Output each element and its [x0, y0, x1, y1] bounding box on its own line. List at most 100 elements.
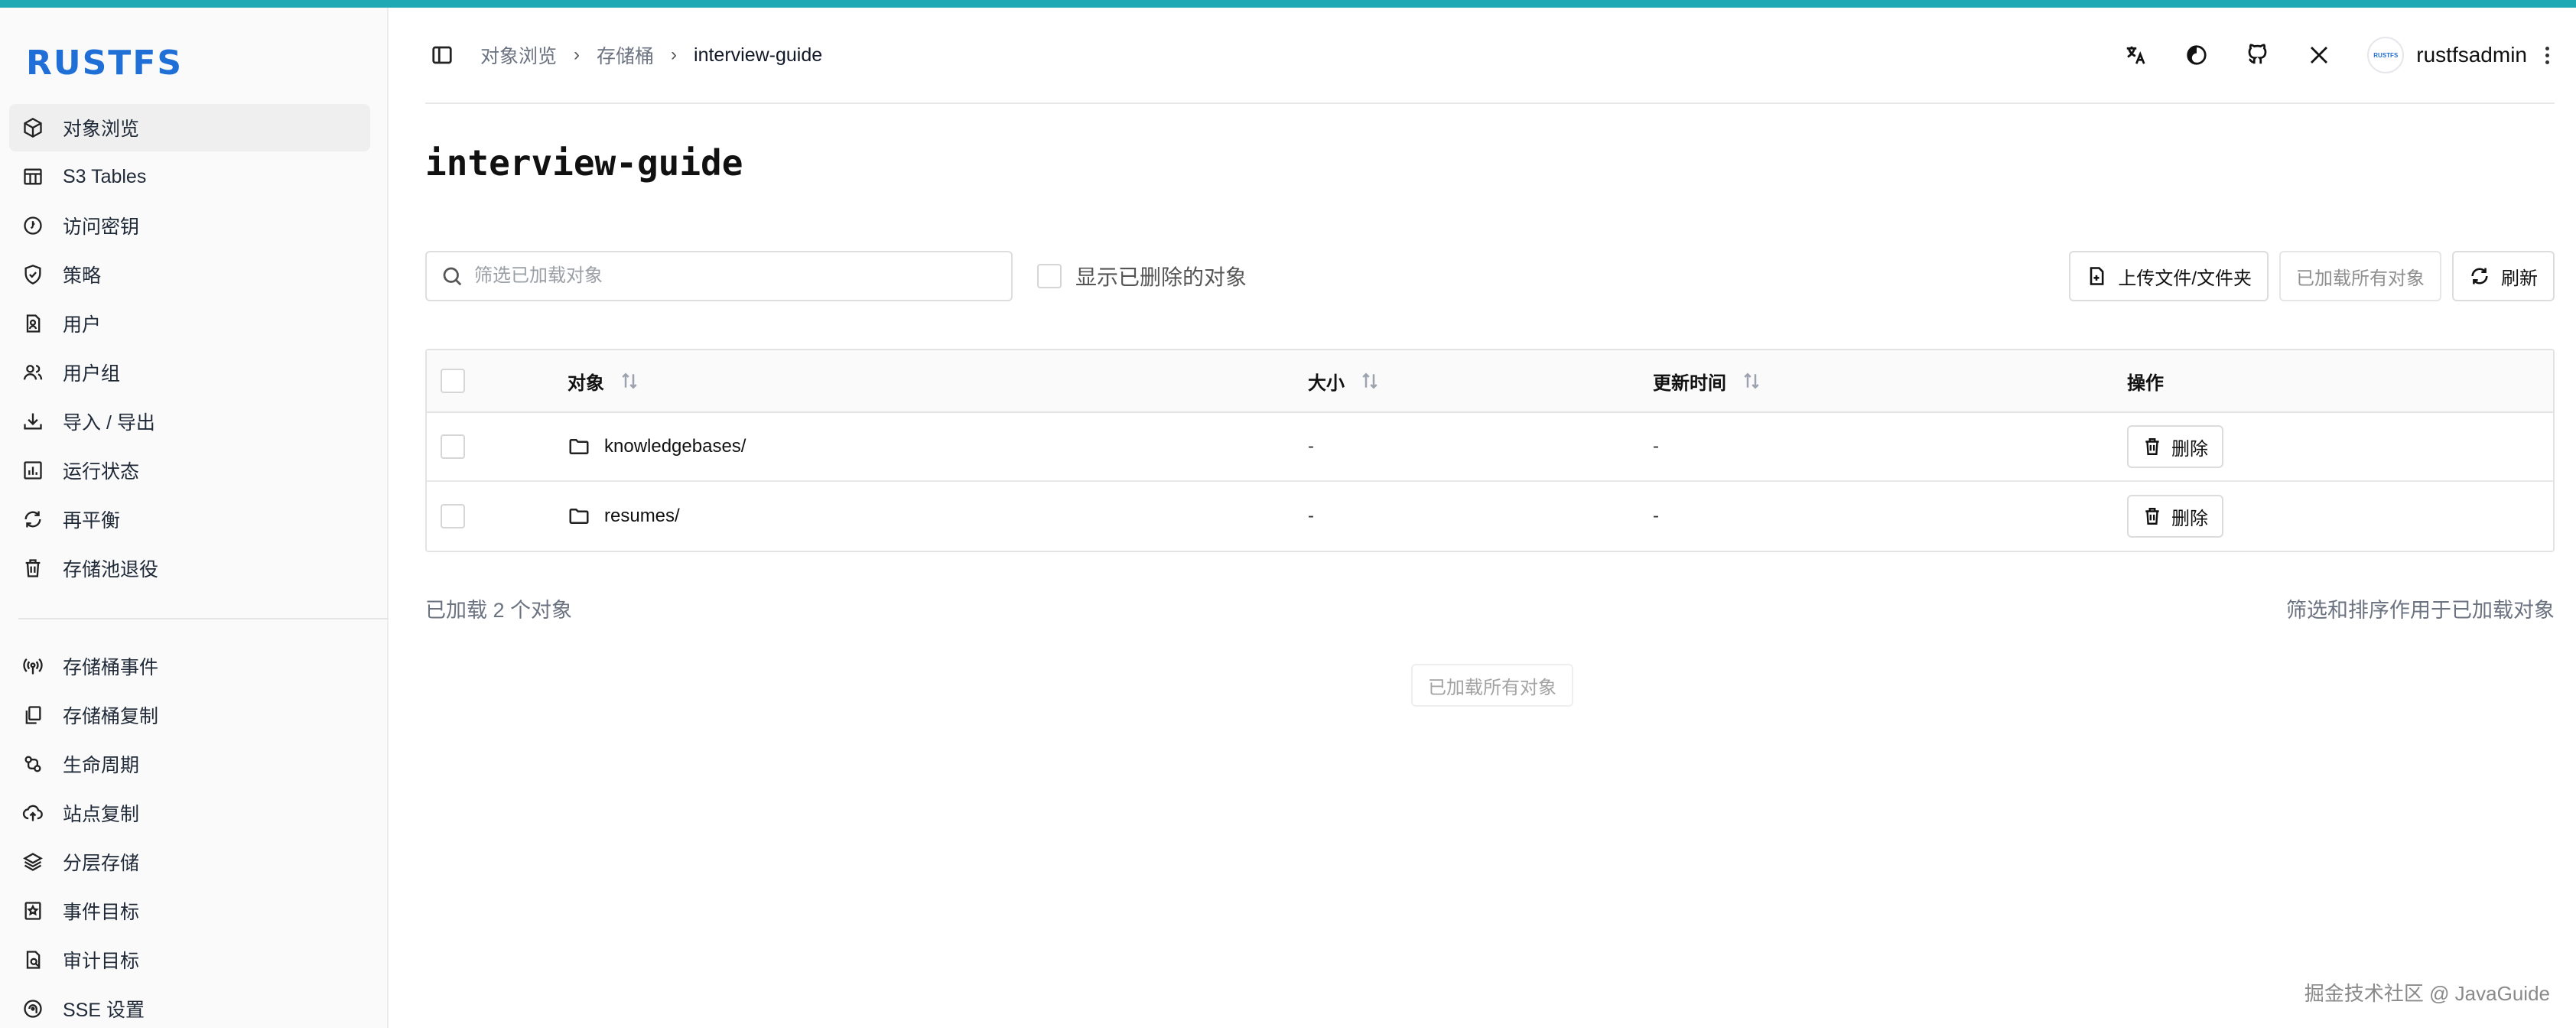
row-checkbox[interactable]	[441, 434, 465, 459]
sidebar-item-label: 事件目标	[63, 902, 140, 923]
app-root: RUSTFS 对象浏览 S3 Tables 访问密钥 策略 用户 用户组 导入 …	[0, 8, 2576, 1028]
toolbar-actions: 上传文件/文件夹 已加载所有对象 刷新	[2058, 251, 2555, 301]
filter-note-text: 筛选和排序作用于已加载对象	[2286, 599, 2555, 622]
sidebar-item-lifecycle[interactable]: 生命周期	[9, 740, 370, 788]
sidebar-item-import-export[interactable]: 导入 / 导出	[9, 398, 370, 445]
main-content: 对象浏览 › 存储桶 › interview-guide RUSTFS rust…	[389, 8, 2576, 1028]
objects-table: 对象 大小 更新时间 操作 knowledgebases/ - - 删除 res…	[425, 349, 2555, 552]
sidebar-item-label: 对象浏览	[63, 119, 140, 140]
sidebar-item-user-groups[interactable]: 用户组	[9, 349, 370, 396]
trash-icon	[21, 557, 44, 580]
delete-button[interactable]: 删除	[2127, 425, 2223, 468]
trash-icon	[2145, 438, 2159, 455]
object-name-link[interactable]: knowledgebases/	[604, 436, 746, 457]
github-link[interactable]	[2240, 37, 2275, 73]
sidebar-item-label: 存储桶事件	[63, 657, 159, 678]
sidebar-item-policies[interactable]: 策略	[9, 251, 370, 298]
row-checkbox[interactable]	[441, 504, 465, 528]
sidebar-item-label: 存储池退役	[63, 559, 159, 580]
trash-icon	[2145, 508, 2159, 525]
sidebar-item-rebalance[interactable]: 再平衡	[9, 496, 370, 543]
sort-arrows-icon[interactable]	[1358, 369, 1381, 392]
page-title: interview-guide	[425, 142, 743, 184]
column-header-object: 对象	[568, 372, 604, 394]
loaded-all-label: 已加载所有对象	[2296, 268, 2425, 289]
theme-toggle-button[interactable]	[2179, 37, 2214, 73]
search-input[interactable]	[474, 265, 994, 287]
table-row: knowledgebases/ - - 删除	[427, 413, 2553, 482]
search-icon	[443, 267, 462, 286]
rustfs-logo[interactable]: RUSTFS	[26, 38, 183, 87]
sidebar-toggle-button[interactable]	[428, 41, 456, 69]
table-footer: 已加载 2 个对象 筛选和排序作用于已加载对象	[425, 593, 2555, 623]
sidebar-item-s3-tables[interactable]: S3 Tables	[9, 153, 370, 200]
github-icon	[2248, 44, 2267, 64]
users-icon	[21, 361, 44, 384]
select-all-checkbox[interactable]	[441, 369, 465, 393]
sidebar-item-users[interactable]: 用户	[9, 300, 370, 347]
upload-button-label: 上传文件/文件夹	[2118, 268, 2252, 289]
panel-left-icon	[432, 46, 452, 64]
refresh-icon	[2471, 268, 2488, 285]
sse-icon	[21, 997, 44, 1020]
sidebar-item-bucket-replication[interactable]: 存储桶复制	[9, 691, 370, 739]
objects-toolbar: 显示已删除的对象 上传文件/文件夹 已加载所有对象 刷新	[425, 251, 2555, 301]
audit-file-icon	[21, 948, 44, 971]
column-header-actions: 操作	[2127, 372, 2164, 394]
sidebar-item-bucket-events[interactable]: 存储桶事件	[9, 642, 370, 690]
breadcrumb-current-bucket: interview-guide	[694, 44, 823, 66]
sidebar-item-label: 存储桶复制	[63, 706, 159, 727]
sidebar-item-site-replication[interactable]: 站点复制	[9, 789, 370, 837]
breadcrumb-buckets[interactable]: 存储桶	[597, 41, 654, 69]
sort-arrows-icon[interactable]	[1740, 369, 1763, 392]
show-deleted-checkbox[interactable]	[1037, 264, 1062, 288]
sidebar-item-access-keys[interactable]: 访问密钥	[9, 202, 370, 249]
cube-icon	[21, 116, 44, 139]
delete-button-label: 删除	[2171, 508, 2208, 529]
sort-arrows-icon[interactable]	[618, 369, 641, 392]
theme-icon	[2187, 45, 2207, 65]
sidebar-item-label: 用户	[63, 314, 102, 336]
sidebar-item-sse-settings[interactable]: SSE 设置	[9, 985, 370, 1032]
chevron-right-icon: ›	[671, 44, 678, 65]
user-menu[interactable]: RUSTFS rustfsadmin	[2367, 37, 2555, 73]
sidebar-item-tiering[interactable]: 分层存储	[9, 838, 370, 886]
shield-check-icon	[21, 263, 44, 286]
x-link[interactable]	[2301, 37, 2337, 73]
load-more-button[interactable]: 已加载所有对象	[1411, 664, 1573, 707]
delete-button[interactable]: 删除	[2127, 495, 2223, 538]
sidebar: RUSTFS 对象浏览 S3 Tables 访问密钥 策略 用户 用户组 导入 …	[0, 8, 389, 1028]
language-button[interactable]	[2118, 37, 2153, 73]
star-bookmark-icon	[21, 899, 44, 922]
sidebar-item-event-targets[interactable]: 事件目标	[9, 887, 370, 935]
copy-icon	[21, 704, 44, 727]
watermark: 掘金技术社区 @ JavaGuide	[2304, 982, 2550, 1005]
show-deleted-toggle[interactable]: 显示已删除的对象	[1037, 261, 1247, 291]
sidebar-item-audit-targets[interactable]: 审计目标	[9, 936, 370, 984]
breadcrumb-object-browser[interactable]: 对象浏览	[480, 41, 557, 69]
upload-button[interactable]: 上传文件/文件夹	[2069, 251, 2269, 301]
table-row: resumes/ - - 删除	[427, 482, 2553, 551]
more-vertical-icon[interactable]	[2539, 45, 2555, 66]
layers-icon	[21, 850, 44, 873]
user-badge-icon	[21, 312, 44, 335]
sidebar-item-label: 审计目标	[63, 951, 140, 972]
top-accent-bar	[0, 0, 2576, 8]
refresh-button-label: 刷新	[2501, 268, 2538, 289]
show-deleted-label: 显示已删除的对象	[1075, 265, 1247, 289]
sidebar-item-label: 运行状态	[63, 461, 140, 483]
sidebar-nav-primary: 对象浏览 S3 Tables 访问密钥 策略 用户 用户组 导入 / 导出 运行…	[9, 104, 389, 1034]
header-actions: RUSTFS rustfsadmin	[2092, 37, 2555, 73]
object-name-link[interactable]: resumes/	[604, 506, 680, 527]
sidebar-item-decommission[interactable]: 存储池退役	[9, 545, 370, 592]
search-box	[425, 251, 1013, 301]
sidebar-item-label: 用户组	[63, 363, 121, 385]
cloud-upload-icon	[21, 802, 44, 824]
translate-icon	[2127, 46, 2145, 64]
sidebar-item-object-browser[interactable]: 对象浏览	[9, 104, 370, 151]
refresh-button[interactable]: 刷新	[2452, 251, 2555, 301]
loaded-all-button[interactable]: 已加载所有对象	[2279, 251, 2441, 301]
sidebar-item-status[interactable]: 运行状态	[9, 447, 370, 494]
sidebar-item-label: 策略	[63, 265, 102, 287]
delete-button-label: 删除	[2171, 438, 2208, 460]
